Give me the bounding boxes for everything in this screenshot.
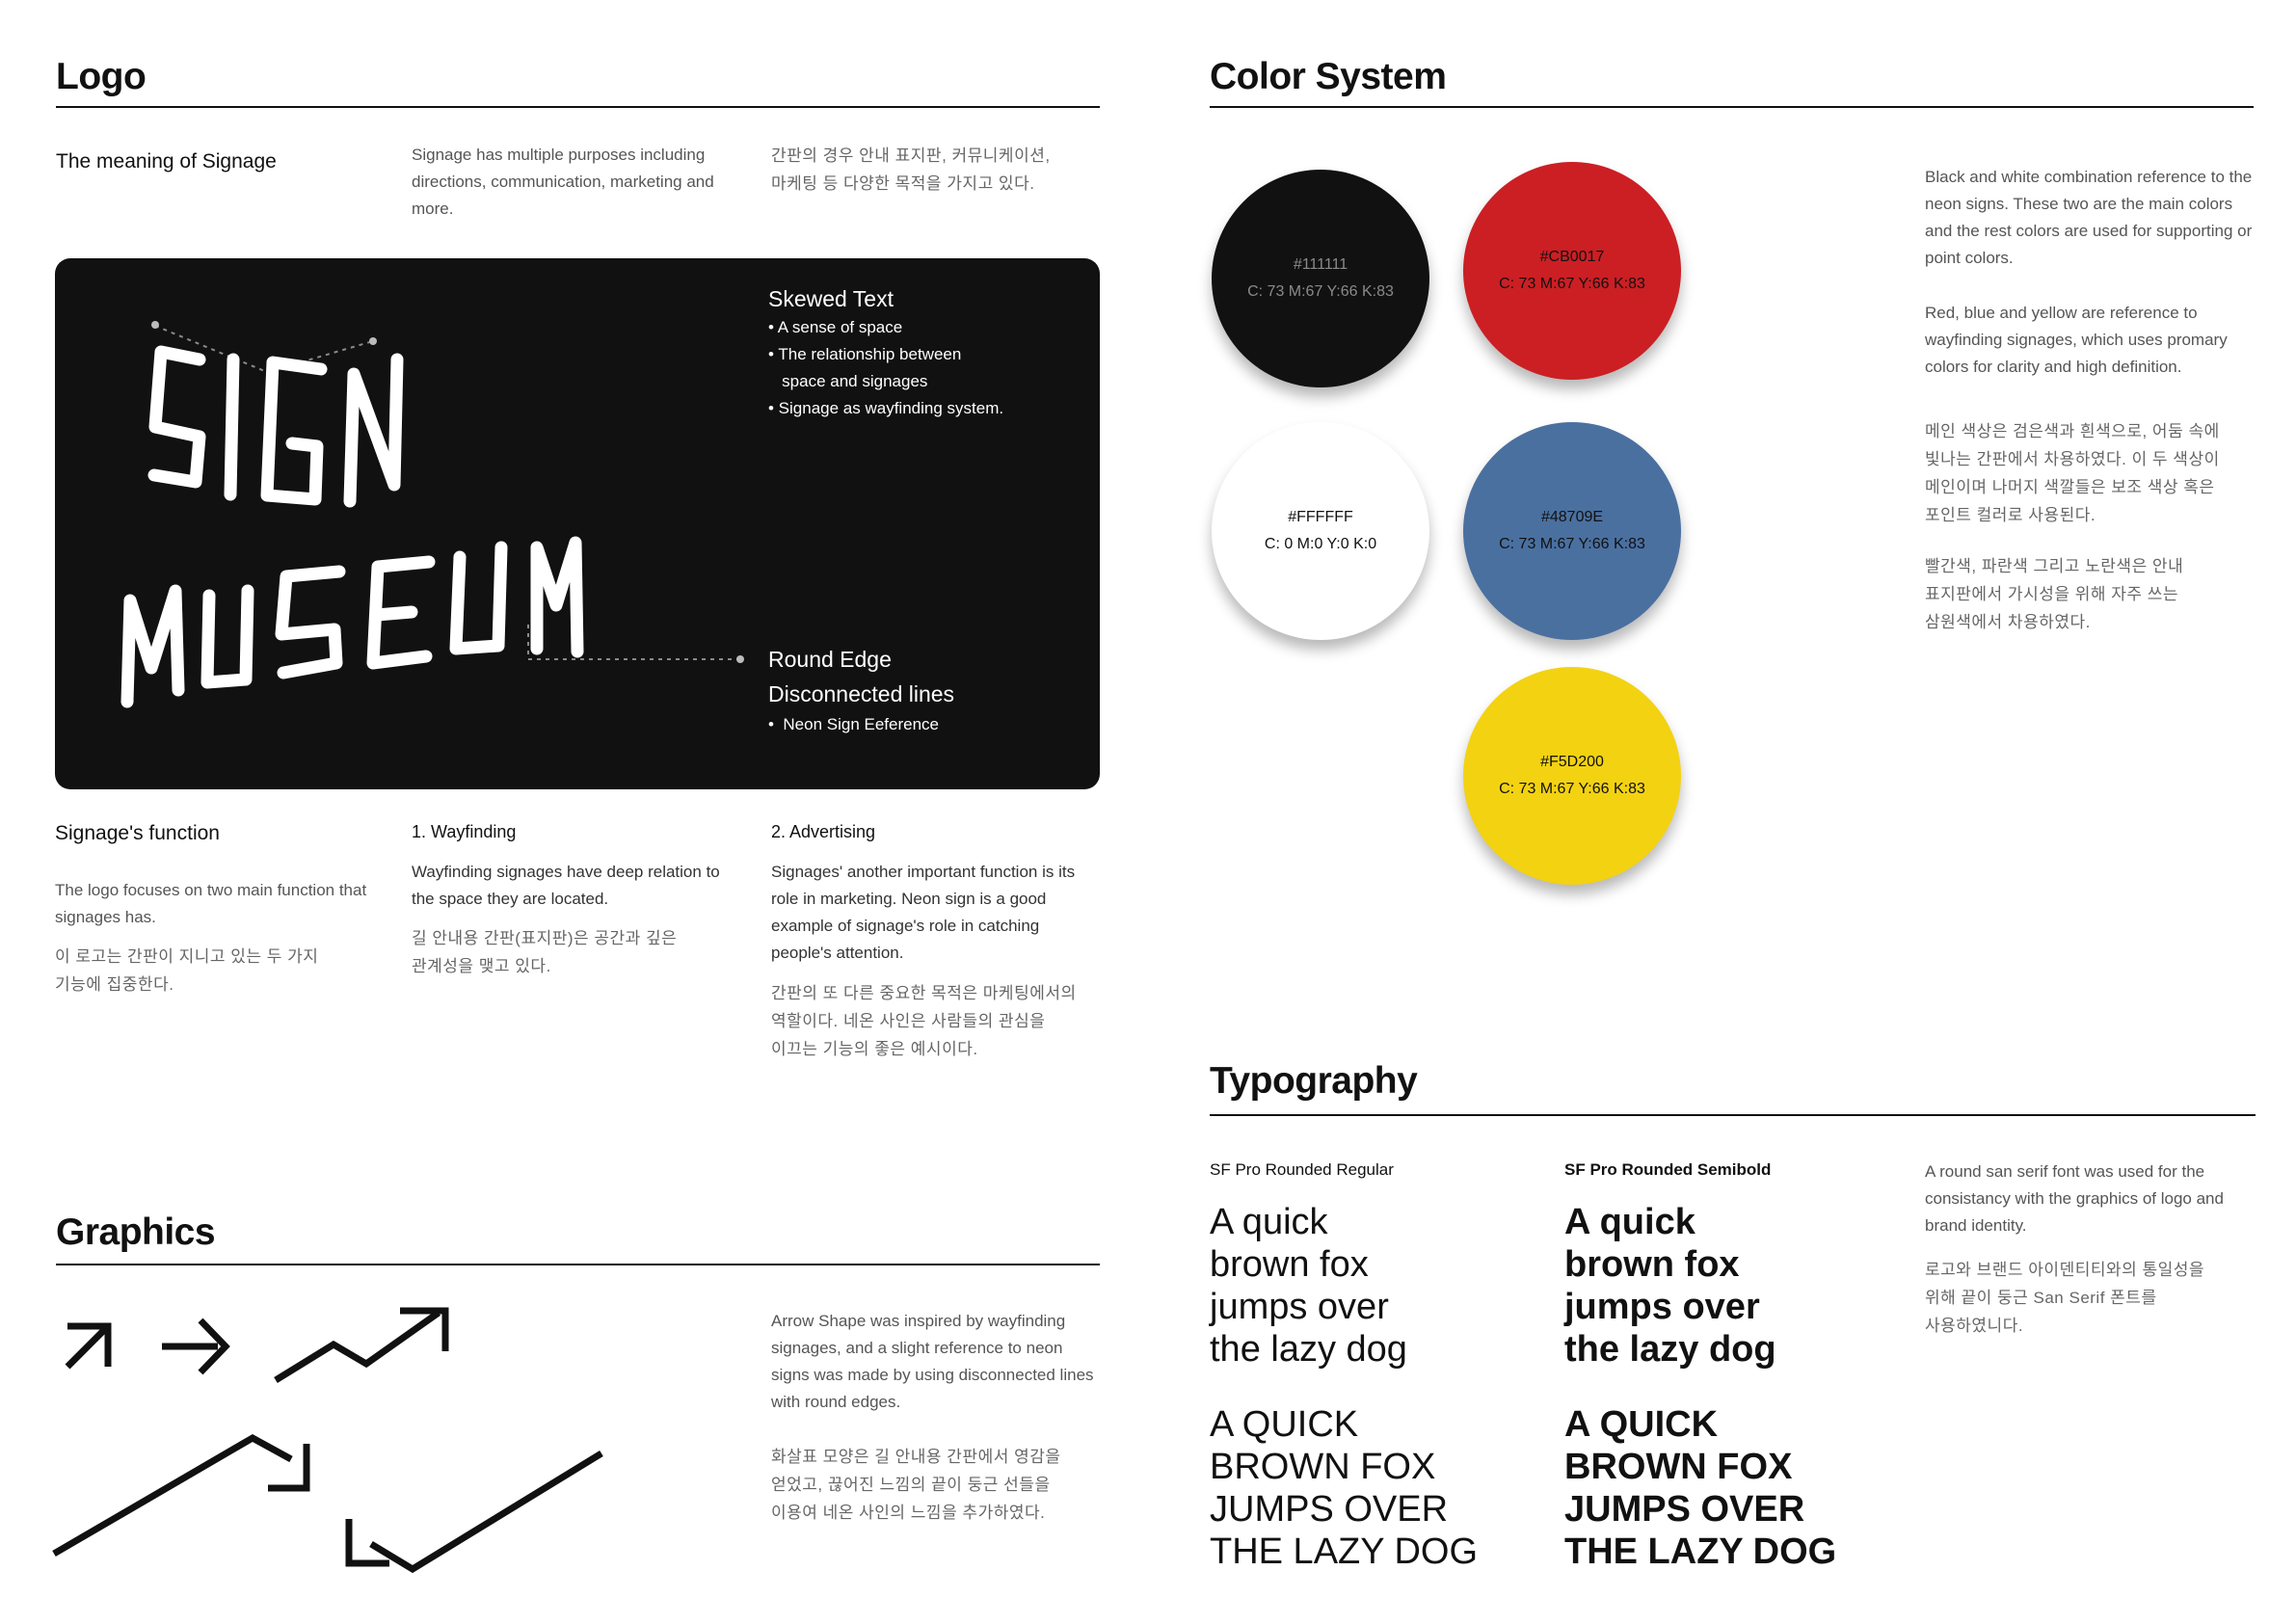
typography-korean-line: 사용하였니다. bbox=[1925, 1317, 2024, 1335]
swatch-cmyk: C: 73 M:67 Y:66 K:83 bbox=[1499, 781, 1645, 797]
skewed-text-points: • A sense of space • The relationship be… bbox=[768, 314, 1003, 422]
meaning-english: Signage has multiple purposes including … bbox=[412, 146, 714, 218]
round-edge-title: Round Edge bbox=[768, 647, 892, 672]
graphics-section-rule bbox=[56, 1264, 1100, 1265]
zigzag-arrow-icon bbox=[274, 1310, 441, 1383]
wayfinding-korean-line-2: 관계성을 맺고 있다. bbox=[412, 957, 551, 975]
color-korean-line: 메인 색상은 검은색과 흰색으로, 어둠 속에 bbox=[1925, 422, 2220, 440]
regular-uppercase-sample: A QUICK BROWN FOX JUMPS OVER THE LAZY DO… bbox=[1210, 1403, 1478, 1573]
back-left-arrow-icon bbox=[369, 1451, 603, 1574]
regular-font-name: SF Pro Rounded Regular bbox=[1210, 1160, 1394, 1179]
sample-line: A QUICK bbox=[1210, 1404, 1359, 1445]
sample-line: JUMPS OVER bbox=[1564, 1489, 1805, 1530]
sample-line: THE LAZY DOG bbox=[1564, 1531, 1837, 1572]
logo-section-rule bbox=[56, 106, 1100, 108]
color-korean-line: 빛나는 간판에서 차용하였다. 이 두 색상이 bbox=[1925, 450, 2220, 468]
color-swatch-red: #CB0017 C: 73 M:67 Y:66 K:83 bbox=[1463, 162, 1681, 380]
swatch-hex: #111111 bbox=[1293, 256, 1348, 273]
skewed-point: • The relationship between bbox=[768, 345, 962, 363]
skewed-point: • Signage as wayfinding system. bbox=[768, 399, 1004, 417]
graphics-korean-line-3: 이용여 네온 사인의 느낌을 추가하였다. bbox=[771, 1504, 1046, 1522]
color-english-1: Black and white combination reference to… bbox=[1925, 168, 2253, 267]
color-swatch-yellow: #F5D200 C: 73 M:67 Y:66 K:83 bbox=[1463, 667, 1681, 885]
color-swatch-white: #FFFFFF C: 0 M:0 Y:0 K:0 bbox=[1212, 422, 1429, 640]
sample-line: the lazy dog bbox=[1210, 1329, 1407, 1370]
color-system-rule bbox=[1210, 106, 2254, 108]
swatch-cmyk: C: 73 M:67 Y:66 K:83 bbox=[1499, 536, 1645, 552]
skewed-point: space and signages bbox=[768, 372, 928, 390]
skewed-text-title: Skewed Text bbox=[768, 286, 894, 311]
sample-line: A quick bbox=[1210, 1202, 1328, 1242]
graphics-section-heading: Graphics bbox=[56, 1211, 216, 1253]
sample-line: brown fox bbox=[1210, 1244, 1369, 1285]
sample-line: A QUICK bbox=[1564, 1404, 1719, 1445]
graphics-english: Arrow Shape was inspired by wayfinding s… bbox=[771, 1312, 1094, 1411]
sample-line: THE LAZY DOG bbox=[1210, 1531, 1479, 1572]
skewed-point: • A sense of space bbox=[768, 318, 903, 336]
typography-heading: Typography bbox=[1210, 1060, 1418, 1102]
logo-section-heading: Logo bbox=[56, 56, 147, 97]
swatch-cmyk: C: 73 M:67 Y:66 K:83 bbox=[1499, 276, 1645, 292]
semibold-lowercase-sample: A quick brown fox jumps over the lazy do… bbox=[1564, 1201, 1776, 1371]
function-english: The logo focuses on two main function th… bbox=[55, 881, 367, 926]
graphics-korean-line-2: 얻었고, 끊어진 느낌의 끝이 둥근 선들을 bbox=[771, 1476, 1051, 1494]
arrow-graphics bbox=[52, 1307, 603, 1574]
wayfinding-english: Wayfinding signages have deep relation t… bbox=[412, 863, 720, 908]
function-title: Signage's function bbox=[55, 822, 220, 844]
sample-line: BROWN FOX bbox=[1210, 1447, 1436, 1487]
color-english-2: Red, blue and yellow are reference to wa… bbox=[1925, 304, 2228, 376]
color-korean-line: 표지판에서 가시성을 위해 자주 쓰는 bbox=[1925, 585, 2178, 603]
semibold-font-name: SF Pro Rounded Semibold bbox=[1564, 1160, 1772, 1179]
typography-korean-line: 위해 끝이 둥근 San Serif 폰트를 bbox=[1925, 1289, 2157, 1307]
semibold-uppercase-sample: A QUICK BROWN FOX JUMPS OVER THE LAZY DO… bbox=[1564, 1403, 1836, 1573]
swatch-cmyk: C: 73 M:67 Y:66 K:83 bbox=[1247, 283, 1394, 300]
wayfinding-korean-line-1: 길 안내용 간판(표지판)은 공간과 깊은 bbox=[412, 929, 678, 947]
swatch-hex: #F5D200 bbox=[1540, 754, 1604, 770]
sample-line: the lazy dog bbox=[1564, 1329, 1776, 1370]
sample-line: jumps over bbox=[1564, 1287, 1760, 1327]
swatch-cmyk: C: 0 M:0 Y:0 K:0 bbox=[1264, 536, 1377, 552]
arrow-up-right-icon bbox=[65, 1323, 111, 1370]
logo-showcase-panel: Skewed Text • A sense of space • The rel… bbox=[55, 258, 1100, 789]
color-korean-line: 삼원색에서 차용하였다. bbox=[1925, 613, 2091, 631]
color-swatch-blue: #48709E C: 73 M:67 Y:66 K:83 bbox=[1463, 422, 1681, 640]
sample-line: JUMPS OVER bbox=[1210, 1489, 1449, 1530]
graphics-korean-line-1: 화살표 모양은 길 안내용 간판에서 영감을 bbox=[771, 1448, 1061, 1466]
typography-korean-line: 로고와 브랜드 아이덴티티와의 통일성을 bbox=[1925, 1261, 2205, 1279]
advertising-korean-line-3: 이끄는 기능의 좋은 예시이다. bbox=[771, 1040, 978, 1058]
advertising-title: 2. Advertising bbox=[771, 822, 876, 841]
color-system-heading: Color System bbox=[1210, 56, 1447, 97]
long-diagonal-arrow-icon bbox=[52, 1433, 293, 1557]
color-swatch-black: #111111 C: 73 M:67 Y:66 K:83 bbox=[1212, 170, 1429, 387]
advertising-korean-line-2: 역할이다. 네온 사인은 사람들의 관심을 bbox=[771, 1012, 1046, 1030]
advertising-korean-line-1: 간판의 또 다른 중요한 목적은 마케팅에서의 bbox=[771, 984, 1077, 1002]
function-korean-line-2: 기능에 집중한다. bbox=[55, 975, 174, 994]
regular-lowercase-sample: A quick brown fox jumps over the lazy do… bbox=[1210, 1201, 1407, 1371]
color-korean-line: 빨간색, 파란색 그리고 노란색은 안내 bbox=[1925, 557, 2184, 575]
typography-korean: 로고와 브랜드 아이덴티티와의 통일성을 위해 끝이 둥근 San Serif … bbox=[1925, 1256, 2204, 1340]
swatch-hex: #FFFFFF bbox=[1288, 509, 1353, 525]
color-korean-line: 메인이며 나머지 색깔들은 보조 색상 혹은 bbox=[1925, 478, 2215, 496]
meaning-title: The meaning of Signage bbox=[56, 150, 277, 173]
color-korean-2: 빨간색, 파란색 그리고 노란색은 안내 표지판에서 가시성을 위해 자주 쓰는… bbox=[1925, 552, 2183, 636]
meaning-korean-line-1: 간판의 경우 안내 표지판, 커뮤니케이션, bbox=[771, 146, 1051, 165]
sample-line: brown fox bbox=[1564, 1244, 1740, 1285]
sample-line: BROWN FOX bbox=[1564, 1447, 1793, 1487]
neon-reference-note: • Neon Sign Eeference bbox=[768, 715, 940, 733]
typography-english: A round san serif font was used for the … bbox=[1925, 1162, 2224, 1235]
typography-rule bbox=[1210, 1114, 2256, 1116]
swatch-hex: #CB0017 bbox=[1539, 249, 1605, 265]
sample-line: jumps over bbox=[1210, 1287, 1389, 1327]
function-korean-line-1: 이 로고는 간판이 지니고 있는 두 가지 bbox=[55, 947, 319, 966]
color-korean-1: 메인 색상은 검은색과 흰색으로, 어둠 속에 빛나는 간판에서 차용하였다. … bbox=[1925, 417, 2220, 529]
disconnected-lines-title: Disconnected lines bbox=[768, 681, 955, 706]
sample-line: A quick bbox=[1564, 1202, 1695, 1242]
meaning-korean-line-2: 마케팅 등 다양한 목적을 가지고 있다. bbox=[771, 174, 1035, 193]
advertising-english: Signages' another important function is … bbox=[771, 863, 1076, 962]
swatch-hex: #48709E bbox=[1540, 509, 1604, 525]
color-korean-line: 포인트 컬러로 사용된다. bbox=[1925, 506, 2096, 524]
wayfinding-title: 1. Wayfinding bbox=[412, 822, 517, 841]
